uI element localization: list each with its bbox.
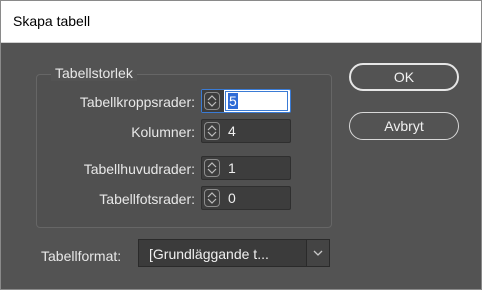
ok-button[interactable]: OK [349,63,459,91]
footer-rows-value[interactable]: 0 [228,190,236,206]
table-format-label: Tabellformat: [41,248,122,264]
up-down-arrows-icon [207,162,217,174]
dropdown-button[interactable] [306,240,329,266]
columns-spinner[interactable]: 4 [201,119,291,143]
table-format-value: [Grundläggande t... [149,246,269,262]
chevron-down-icon [313,250,323,256]
footer-rows-spinner[interactable]: 0 [201,186,291,210]
dialog-title: Skapa tabell [13,13,91,29]
body-rows-spinner[interactable]: 5 [201,89,291,113]
table-size-group-label: Tabellstorlek [51,65,137,81]
footer-rows-label: Tabellfotsrader: [99,191,195,207]
columns-value[interactable]: 4 [228,123,236,139]
up-down-arrows-icon [207,125,217,137]
header-rows-label: Tabellhuvudrader: [83,161,195,177]
body-rows-value: 5 [228,93,238,109]
up-down-arrows-icon [207,192,217,204]
create-table-dialog: Skapa tabell Tabellstorlek Tabellkroppsr… [0,0,482,290]
header-rows-stepper-button[interactable] [204,159,220,177]
header-rows-value[interactable]: 1 [228,160,236,176]
columns-label: Kolumner: [131,124,195,140]
cancel-button[interactable]: Avbryt [349,112,459,140]
header-rows-spinner[interactable]: 1 [201,156,291,180]
up-down-arrows-icon [207,95,217,107]
table-format-select[interactable]: [Grundläggande t... [138,239,330,267]
body-rows-stepper-button[interactable] [204,92,220,110]
footer-rows-stepper-button[interactable] [204,189,220,207]
title-bar: Skapa tabell [1,1,481,43]
columns-stepper-button[interactable] [204,122,220,140]
body-rows-label: Tabellkroppsrader: [79,94,195,110]
